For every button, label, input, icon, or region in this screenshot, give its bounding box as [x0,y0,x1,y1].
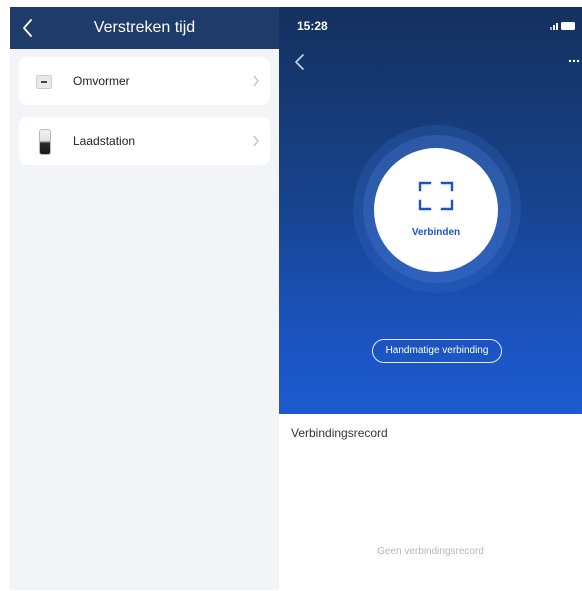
device-list-screen: Verstreken tijd Omvormer Laadstation [10,7,279,590]
signal-battery-icon [550,22,575,30]
back-arrow-icon[interactable] [18,16,38,40]
more-options-icon[interactable] [568,59,580,63]
page-title: Verstreken tijd [93,19,196,36]
chevron-right-icon [253,135,259,147]
back-arrow-icon[interactable] [293,53,307,71]
header-bar: Verstreken tijd [10,7,279,49]
list-item-charging-station[interactable]: Laadstation [19,117,270,165]
connect-screen: 15:28 Verbinden Handmatige verbinding Ve… [279,7,582,590]
records-section-title: Verbindingsrecord [291,426,388,440]
connect-button-label: Verbinden [411,227,461,238]
scan-frame-icon [418,181,454,211]
connect-hero-panel: 15:28 Verbinden Handmatige verbinding [279,7,582,414]
charging-station-icon [39,129,51,155]
connect-button[interactable]: Verbinden [374,148,498,272]
list-item-inverter[interactable]: Omvormer [19,57,270,105]
manual-connect-button[interactable]: Handmatige verbinding [372,339,502,363]
inverter-icon [36,75,52,89]
chevron-right-icon [253,75,259,87]
empty-records-message: Geen verbindingsrecord [377,546,484,557]
list-item-label: Omvormer [73,74,130,88]
list-item-label: Laadstation [73,134,136,148]
status-time: 15:28 [297,19,328,33]
